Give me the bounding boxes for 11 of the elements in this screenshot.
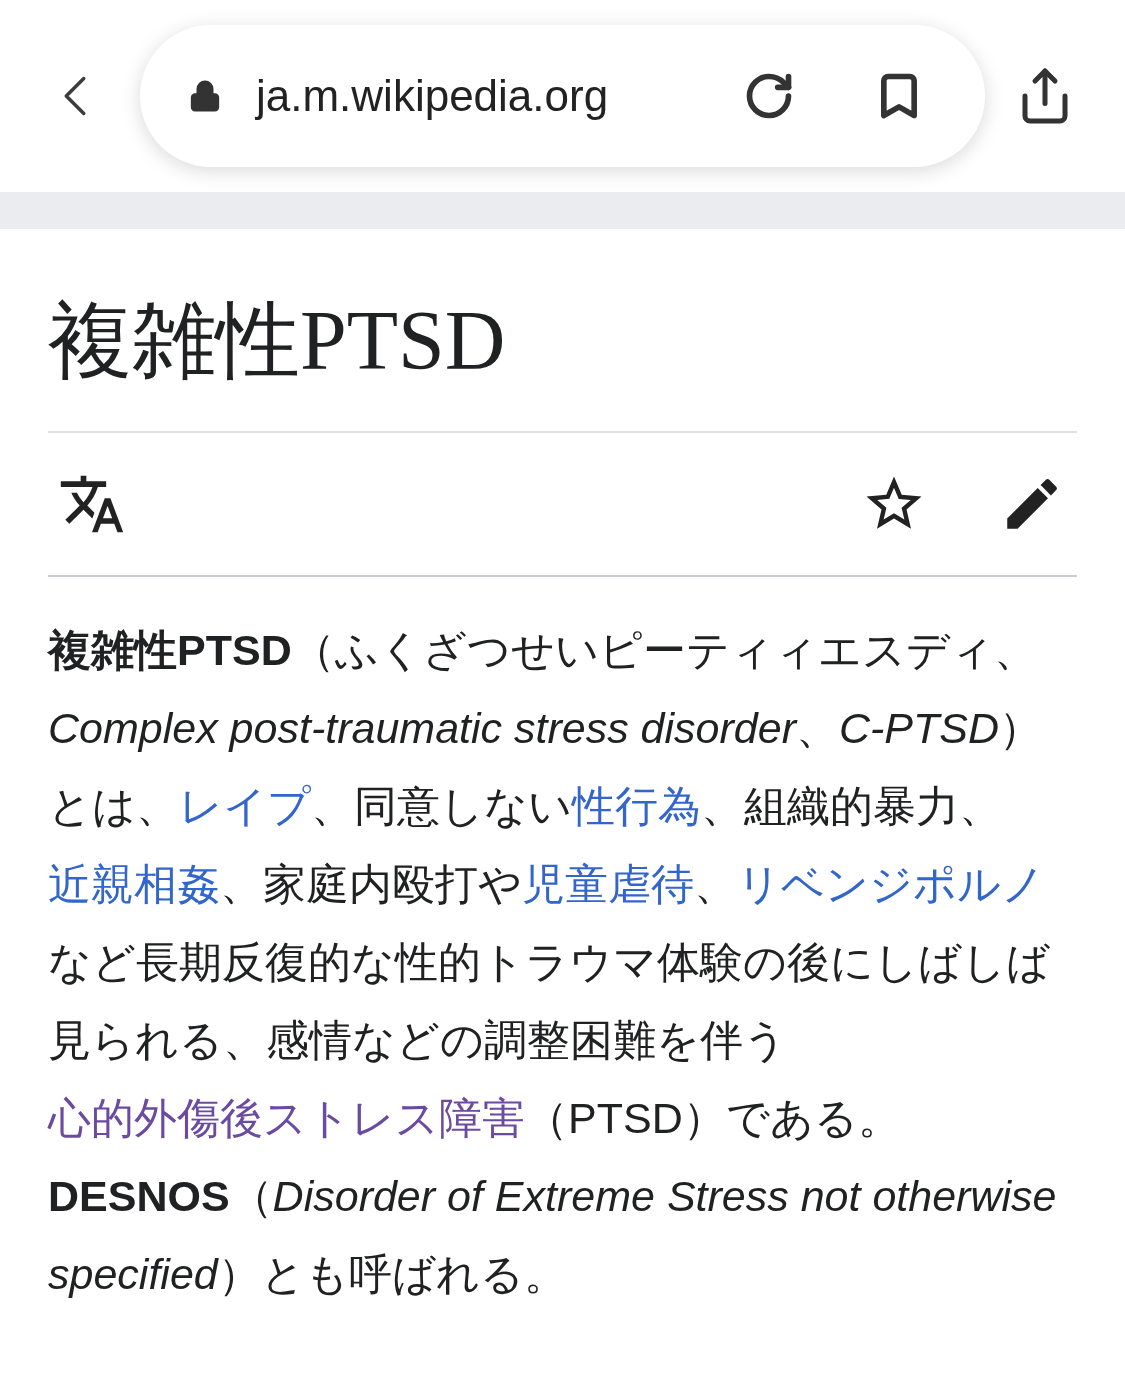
article-link[interactable]: 近親相姦 [48,860,220,908]
article-link[interactable]: 心的外傷後ストレス障害 [48,1094,525,1142]
article-link[interactable]: レイプ [179,782,311,830]
article-link[interactable]: 児童虐待 [522,860,694,908]
article-link[interactable]: リベンジポルノ [737,860,1045,908]
url-text: ja.m.wikipedia.org [256,70,610,122]
article-title: 複雑性PTSD [48,293,507,389]
address-bar[interactable]: ja.m.wikipedia.org [140,25,985,167]
lock-icon [188,79,222,113]
article-paragraph: 複雑性PTSD（ふくざつせいピーティィエスディ、 Complex post-traumatic stress disorder、C-PTSD）とは、レイプ、同意しない性行為、組織的暴力、 近親相姦、家庭内殴打や児童虐待、リベンジポルノ など長期反復的な性的トラウマ体験の後にしばしば見られる、感情などの調整困難を伴う 心的外傷後ストレス障害（PTSD）である。 DESNOS（Disorder of Extreme Stress not otherwise specified）とも呼ばれる。 [48,625,1058,1300]
article-link[interactable]: 性行為 [572,782,701,830]
